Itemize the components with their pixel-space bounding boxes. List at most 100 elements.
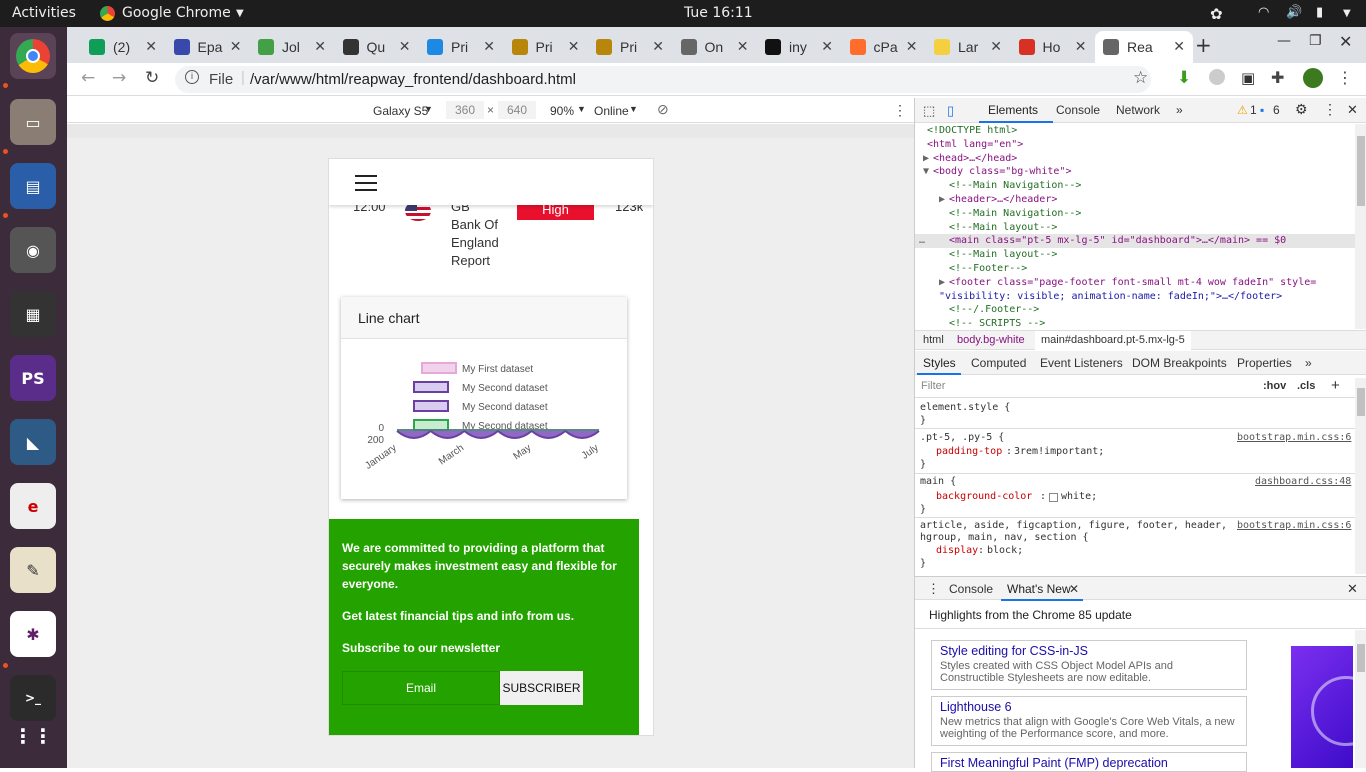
email-input[interactable]: Email bbox=[342, 671, 500, 705]
zoom-select[interactable]: 90% bbox=[550, 104, 574, 118]
tab-6[interactable]: Pri ✕ bbox=[588, 31, 672, 63]
more-subtabs-icon[interactable]: » bbox=[1305, 356, 1312, 370]
app-menu-arrow-icon[interactable]: ▼ bbox=[236, 8, 244, 19]
cls-toggle[interactable]: .cls bbox=[1297, 380, 1315, 392]
tab-4[interactable]: Pri ✕ bbox=[419, 31, 503, 63]
device-toggle-icon[interactable]: ▯ bbox=[947, 103, 954, 119]
files-dock-icon[interactable]: ▭ bbox=[10, 99, 56, 145]
drawer-tab-whats-new[interactable]: What's New bbox=[1007, 582, 1071, 596]
tab-12[interactable]: Rea ✕ bbox=[1095, 31, 1193, 63]
message-icon[interactable]: ▪ bbox=[1260, 103, 1264, 117]
video-dock-icon[interactable]: ▦ bbox=[10, 291, 56, 337]
network-arrow-icon[interactable]: ▼ bbox=[629, 104, 638, 114]
dom-node[interactable]: <html lang="en"> bbox=[927, 138, 1023, 152]
back-icon[interactable]: ← bbox=[81, 68, 95, 88]
hov-toggle[interactable]: :hov bbox=[1263, 380, 1286, 392]
style-property[interactable]: display bbox=[936, 545, 978, 556]
mysql-workbench-dock-icon[interactable]: ◣ bbox=[10, 419, 56, 465]
device-toolbar-menu-icon[interactable]: ⋮ bbox=[893, 102, 907, 119]
dom-node[interactable]: ▶ <head>…</head> bbox=[923, 152, 1017, 166]
tab-console[interactable]: Console bbox=[1056, 103, 1100, 117]
network-select[interactable]: Online bbox=[594, 104, 629, 118]
tab-2[interactable]: Jol ✕ bbox=[250, 31, 334, 63]
whats-new-title[interactable]: Style editing for CSS-in-JS bbox=[940, 644, 1238, 658]
extension-icon[interactable] bbox=[1209, 69, 1225, 85]
tab-computed[interactable]: Computed bbox=[971, 356, 1026, 370]
tab-close-icon[interactable]: ✕ bbox=[483, 38, 495, 55]
device-select[interactable]: Galaxy S5 bbox=[373, 104, 428, 118]
warning-count[interactable]: 1 bbox=[1250, 103, 1257, 117]
crumb-html[interactable]: html bbox=[923, 334, 944, 346]
style-rule-selector[interactable]: element.style { bbox=[920, 402, 1010, 413]
tab-properties[interactable]: Properties bbox=[1237, 356, 1292, 370]
dom-node[interactable]: <!--Main Navigation--> bbox=[949, 207, 1081, 221]
tab-8[interactable]: iny ✕ bbox=[757, 31, 841, 63]
system-menu-arrow-icon[interactable]: ▼ bbox=[1343, 8, 1351, 19]
dom-node[interactable]: <!DOCTYPE html> bbox=[927, 124, 1017, 138]
style-value[interactable]: 3rem!important; bbox=[1014, 446, 1104, 457]
height-input[interactable]: 640 bbox=[498, 101, 536, 119]
tab-close-icon[interactable]: ✕ bbox=[652, 38, 664, 55]
tab-9[interactable]: cPa ✕ bbox=[842, 31, 926, 63]
tab-11[interactable]: Ho ✕ bbox=[1011, 31, 1095, 63]
tab-close-icon[interactable]: ✕ bbox=[737, 38, 749, 55]
dom-node[interactable]: ▶…<main class="pt-5 mx-lg-5" id="dashboa… bbox=[915, 234, 1355, 249]
new-tab-icon[interactable]: + bbox=[1195, 33, 1212, 57]
show-apps-icon[interactable]: ⋮⋮ bbox=[10, 713, 56, 759]
activities-button[interactable]: Activities bbox=[12, 5, 76, 21]
message-count[interactable]: 6 bbox=[1273, 103, 1280, 117]
settings-gear-icon[interactable]: ⚙ bbox=[1295, 101, 1308, 118]
whats-new-item[interactable]: Style editing for CSS-in-JS Styles creat… bbox=[931, 640, 1247, 690]
style-rule-selector[interactable]: main { bbox=[920, 476, 956, 487]
style-property[interactable]: background-color bbox=[936, 491, 1032, 502]
tab-close-icon[interactable]: ✕ bbox=[990, 38, 1002, 55]
battery-icon[interactable]: ▮ bbox=[1316, 5, 1323, 20]
url-text[interactable]: /var/www/html/reapway_frontend/dashboard… bbox=[250, 71, 576, 88]
bookmark-star-icon[interactable]: ☆ bbox=[1133, 68, 1148, 88]
new-rule-icon[interactable]: + bbox=[1331, 377, 1340, 394]
crumb-main[interactable]: main#dashboard.pt-5.mx-lg-5 bbox=[1035, 331, 1191, 350]
minimize-icon[interactable]: — bbox=[1277, 33, 1291, 49]
dom-node[interactable]: <!--Main layout--> bbox=[949, 221, 1057, 235]
tab-0[interactable]: (2) ✕ bbox=[81, 31, 165, 63]
tab-styles[interactable]: Styles bbox=[923, 356, 956, 370]
hamburger-menu-icon[interactable] bbox=[349, 169, 383, 197]
reader-icon[interactable]: ▣ bbox=[1241, 69, 1255, 87]
tab-close-icon[interactable]: ✕ bbox=[1173, 38, 1185, 55]
tab-close-icon[interactable]: ✕ bbox=[145, 38, 157, 55]
media-query-ruler[interactable] bbox=[67, 124, 914, 138]
whats-new-item[interactable]: Lighthouse 6 New metrics that align with… bbox=[931, 696, 1247, 746]
style-property[interactable]: padding-top bbox=[936, 446, 1002, 457]
tab-10[interactable]: Lar ✕ bbox=[926, 31, 1010, 63]
pdf-viewer-dock-icon[interactable]: e bbox=[10, 483, 56, 529]
dom-node[interactable]: <!--Main layout--> bbox=[949, 248, 1057, 262]
phpstorm-dock-icon[interactable]: PS bbox=[10, 355, 56, 401]
dom-node[interactable]: <!-- SCRIPTS --> bbox=[949, 317, 1045, 330]
writer-dock-icon[interactable]: ▤ bbox=[10, 163, 56, 209]
close-window-icon[interactable]: ✕ bbox=[1339, 32, 1352, 51]
tab-close-icon[interactable]: ✕ bbox=[314, 38, 326, 55]
slack-dock-icon[interactable]: ✱ bbox=[10, 611, 56, 657]
more-tabs-icon[interactable]: » bbox=[1176, 103, 1183, 117]
wifi-icon[interactable]: ◠ bbox=[1258, 5, 1269, 20]
styles-scrollbar[interactable] bbox=[1355, 378, 1366, 574]
color-swatch[interactable] bbox=[1049, 493, 1058, 502]
volume-icon[interactable]: 🔊 bbox=[1286, 5, 1302, 20]
tab-7[interactable]: On ✕ bbox=[673, 31, 757, 63]
warning-icon[interactable]: ⚠ bbox=[1237, 103, 1248, 117]
width-input[interactable]: 360 bbox=[446, 101, 484, 119]
tab-3[interactable]: Qu ✕ bbox=[335, 31, 419, 63]
tab-close-icon[interactable]: ✕ bbox=[399, 38, 411, 55]
dom-node[interactable]: ▼ <body class="bg-white"> bbox=[923, 165, 1071, 179]
dom-node[interactable]: ▶ <footer class="page-footer font-small m… bbox=[939, 276, 1316, 290]
subscribe-button[interactable]: SUBSCRIBER bbox=[500, 671, 583, 705]
drawer-menu-icon[interactable]: ⋮ bbox=[927, 581, 940, 597]
chrome-menu-icon[interactable]: ⋮ bbox=[1337, 68, 1353, 87]
tab-close-icon[interactable]: ✕ bbox=[230, 38, 242, 55]
dom-node[interactable]: ▶ <header>…</header> bbox=[939, 193, 1057, 207]
tab-5[interactable]: Pri ✕ bbox=[504, 31, 588, 63]
devtools-menu-icon[interactable]: ⋮ bbox=[1323, 101, 1337, 118]
tab-1[interactable]: Epa ✕ bbox=[166, 31, 250, 63]
clock[interactable]: Tue 16:11 bbox=[684, 5, 753, 21]
style-source-link[interactable]: dashboard.css:48 bbox=[1255, 476, 1351, 487]
